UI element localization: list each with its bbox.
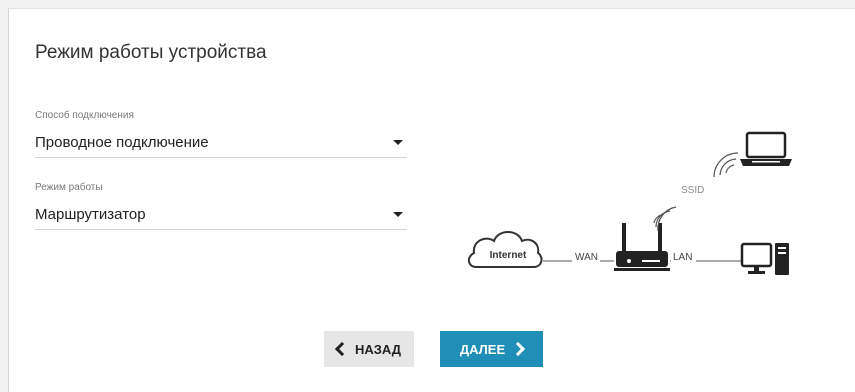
operation-mode-field: Режим работы Маршрутизатор (35, 182, 407, 230)
operation-mode-value: Маршрутизатор (35, 205, 146, 223)
laptop-icon (740, 131, 792, 166)
lan-label: LAN (673, 252, 693, 263)
chevron-down-icon (393, 211, 403, 217)
back-button[interactable]: НАЗАД (324, 331, 414, 367)
next-button-label: ДАЛЕЕ (459, 341, 506, 357)
connection-type-select[interactable]: Проводное подключение (35, 127, 407, 158)
desktop-icon (740, 242, 789, 275)
connection-type-label: Способ подключения (35, 110, 134, 121)
internet-label: Internet (489, 250, 527, 261)
wifi-signal-icon (713, 152, 739, 178)
connection-type-field: Способ подключения Проводное подключение (35, 110, 407, 158)
network-diagram-graphic (468, 131, 792, 275)
chevron-right-icon (511, 341, 526, 357)
operation-mode-select[interactable]: Маршрутизатор (35, 199, 407, 230)
ssid-label: SSID (681, 185, 705, 196)
connection-type-value: Проводное подключение (35, 133, 209, 151)
back-button-label: НАЗАД (354, 341, 402, 357)
chevron-down-icon (393, 139, 403, 145)
wifi-signal-icon (653, 206, 677, 232)
chevron-left-icon (334, 341, 350, 357)
wizard-card: Режим работы устройства Способ подключен… (8, 8, 855, 392)
wan-label: WAN (575, 252, 598, 263)
router-icon (614, 223, 670, 271)
next-button[interactable]: ДАЛЕЕ (440, 331, 543, 367)
network-diagram: Internet WAN LAN SSID (464, 119, 809, 289)
page-title: Режим работы устройства (35, 42, 267, 63)
operation-mode-label: Режим работы (35, 182, 103, 193)
